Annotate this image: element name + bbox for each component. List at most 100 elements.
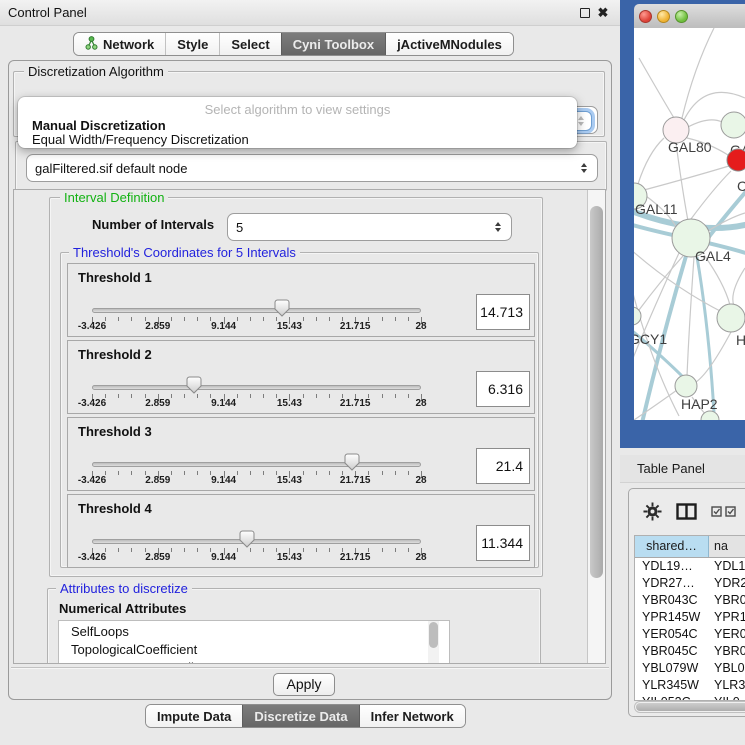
scrollbar-thumb[interactable] bbox=[636, 703, 745, 711]
control-panel-title: Control Panel bbox=[8, 5, 87, 20]
table-row[interactable]: YPR145WYPR1 bbox=[635, 609, 745, 626]
threshold-value-field[interactable]: 11.344 bbox=[476, 525, 530, 561]
numerical-attributes-label: Numerical Attributes bbox=[59, 601, 186, 616]
tab-label: Impute Data bbox=[157, 709, 231, 724]
slider-tick-label: 9.144 bbox=[196, 552, 252, 563]
threshold-slider-track[interactable] bbox=[92, 385, 421, 390]
table-row[interactable]: YBL079WYBL0 bbox=[635, 660, 745, 677]
network-node-h[interactable] bbox=[717, 304, 745, 332]
tab-jactivemnodules[interactable]: jActiveMNodules bbox=[385, 33, 513, 55]
stepper-arrows-icon bbox=[576, 116, 586, 126]
table-row[interactable]: YER054CYER0 bbox=[635, 626, 745, 643]
tab-network[interactable]: Network bbox=[74, 33, 165, 55]
minimize-traffic-light-icon[interactable] bbox=[657, 10, 670, 23]
threshold-slider-handle[interactable] bbox=[186, 376, 202, 394]
network-node-hap2[interactable] bbox=[675, 375, 697, 397]
split-columns-icon[interactable] bbox=[676, 503, 697, 520]
thresholds-title: Threshold's Coordinates for 5 Intervals bbox=[69, 245, 300, 260]
control-panel-titlebar: Control Panel ✖ bbox=[0, 0, 620, 26]
slider-tick-label: 9.144 bbox=[196, 475, 252, 486]
tab-label: Cyni Toolbox bbox=[293, 37, 374, 52]
attribute-item-topologicalcoefficient[interactable]: TopologicalCoefficient bbox=[71, 641, 449, 659]
screen: Control Panel ✖ NetworkStyle Select Cyni T… bbox=[0, 0, 745, 745]
threshold-slider-track[interactable] bbox=[92, 539, 421, 544]
cell-name: YBR0 bbox=[709, 643, 745, 660]
table-row[interactable]: YIL052CYIL0 bbox=[635, 694, 745, 701]
slider-tick-label: 2.859 bbox=[130, 475, 186, 486]
cell-shared-name: YBR045C bbox=[635, 643, 709, 660]
settings-vertical-scrollbar[interactable] bbox=[587, 190, 605, 663]
node-label-gal80: GAL80 bbox=[668, 139, 712, 155]
attributes-list-scrollbar[interactable] bbox=[428, 621, 439, 664]
threshold-panel-4: Threshold 4-3.4262.8599.14415.4321.71528… bbox=[67, 494, 535, 568]
tab-label: Select bbox=[231, 37, 269, 52]
tab-style[interactable]: Style bbox=[165, 33, 219, 55]
tab-label: Infer Network bbox=[371, 709, 454, 724]
attribute-item-betweennesscentrality[interactable]: BetweennessCentrality bbox=[71, 659, 449, 664]
scrollbar-thumb[interactable] bbox=[590, 206, 603, 578]
threshold-value-field[interactable]: 6.316 bbox=[476, 371, 530, 407]
tab-infer-network[interactable]: Infer Network bbox=[359, 705, 465, 727]
tab-select[interactable]: Select bbox=[219, 33, 280, 55]
table-panel-title: Table Panel bbox=[637, 461, 705, 476]
threshold-slider-handle[interactable] bbox=[344, 453, 360, 471]
slider-tick-label: 15.43 bbox=[261, 475, 317, 486]
number-of-intervals-combobox[interactable]: 5 bbox=[227, 213, 512, 241]
network-node-c[interactable] bbox=[727, 149, 745, 171]
slider-tick-label: 28 bbox=[393, 475, 449, 486]
slider-tick-label: 15.43 bbox=[261, 321, 317, 332]
threshold-value-field[interactable]: 21.4 bbox=[476, 448, 530, 484]
dropdown-option-manual-discretization[interactable]: Manual Discretization bbox=[18, 119, 577, 133]
table-horizontal-scrollbar[interactable] bbox=[634, 701, 745, 713]
cell-shared-name: YIL052C bbox=[635, 694, 709, 701]
attribute-item-selfloops[interactable]: SelfLoops bbox=[71, 623, 449, 641]
thresholds-fieldset: Threshold's Coordinates for 5 Intervals … bbox=[60, 252, 539, 568]
column-header-shared[interactable]: shared… bbox=[635, 536, 709, 557]
threshold-slider-handle[interactable] bbox=[239, 530, 255, 548]
zoom-traffic-light-icon[interactable] bbox=[675, 10, 688, 23]
cell-shared-name: YER054C bbox=[635, 626, 709, 643]
algorithm-dropdown-hint: Select algorithm to view settings bbox=[18, 97, 577, 119]
slider-tick-label: 28 bbox=[393, 398, 449, 409]
table-row[interactable]: YDL19…YDL1 bbox=[635, 558, 745, 575]
threshold-slider-handle[interactable] bbox=[274, 299, 290, 317]
slider-tick-label: 28 bbox=[393, 552, 449, 563]
table-data-combobox[interactable]: galFiltered.sif default node bbox=[26, 154, 598, 182]
close-icon[interactable]: ✖ bbox=[594, 4, 612, 22]
table-row[interactable]: YLR345WYLR3 bbox=[635, 677, 745, 694]
network-canvas[interactable]: GAL80GACGAL11GAL4GCY1HHAP2 bbox=[634, 28, 745, 420]
float-window-icon[interactable] bbox=[576, 4, 594, 22]
tab-impute-data[interactable]: Impute Data bbox=[146, 705, 242, 727]
scrollbar-thumb[interactable] bbox=[429, 622, 438, 648]
threshold-slider-track[interactable] bbox=[92, 308, 421, 313]
gear-icon[interactable] bbox=[643, 502, 662, 521]
node-label-gcy1: GCY1 bbox=[634, 331, 667, 347]
threshold-label: Threshold 1 bbox=[78, 270, 152, 285]
dropdown-option-equal-width-frequency-discretization[interactable]: Equal Width/Frequency Discretization bbox=[18, 133, 577, 147]
table-row[interactable]: YBR045CYBR0 bbox=[635, 643, 745, 660]
attributes-fieldset: Attributes to discretize Numerical Attri… bbox=[47, 588, 541, 664]
tab-cyni-toolbox[interactable]: Cyni Toolbox bbox=[281, 33, 385, 55]
threshold-slider-track[interactable] bbox=[92, 462, 421, 467]
close-traffic-light-icon[interactable] bbox=[639, 10, 652, 23]
node-table-header: shared…na bbox=[635, 536, 745, 558]
threshold-value-field[interactable]: 14.713 bbox=[476, 294, 530, 330]
node-label-gal4: GAL4 bbox=[695, 248, 731, 264]
select-columns-checkboxes-icon[interactable] bbox=[711, 506, 736, 517]
slider-tick-label: 15.43 bbox=[261, 552, 317, 563]
apply-separator bbox=[11, 667, 609, 669]
tab-discretize-data[interactable]: Discretize Data bbox=[242, 705, 358, 727]
cell-shared-name: YBL079W bbox=[635, 660, 709, 677]
network-node-ga[interactable] bbox=[721, 112, 745, 138]
control-panel-main: Discretization Algorithm Select algorith… bbox=[8, 60, 612, 700]
column-header-na[interactable]: na bbox=[709, 536, 745, 557]
slider-tick-label: 28 bbox=[393, 321, 449, 332]
apply-button[interactable]: Apply bbox=[273, 673, 335, 696]
threshold-panel-1: Threshold 1-3.4262.8599.14415.4321.71528… bbox=[67, 263, 535, 337]
table-row[interactable]: YBR043CYBR0 bbox=[635, 592, 745, 609]
table-row[interactable]: YDR27…YDR2 bbox=[635, 575, 745, 592]
table-data-fieldset: Table Data galFiltered.sif default node bbox=[15, 141, 607, 191]
slider-tick-label: 9.144 bbox=[196, 321, 252, 332]
slider-tick-label: 21.715 bbox=[327, 552, 383, 563]
slider-tick-label: 2.859 bbox=[130, 552, 186, 563]
